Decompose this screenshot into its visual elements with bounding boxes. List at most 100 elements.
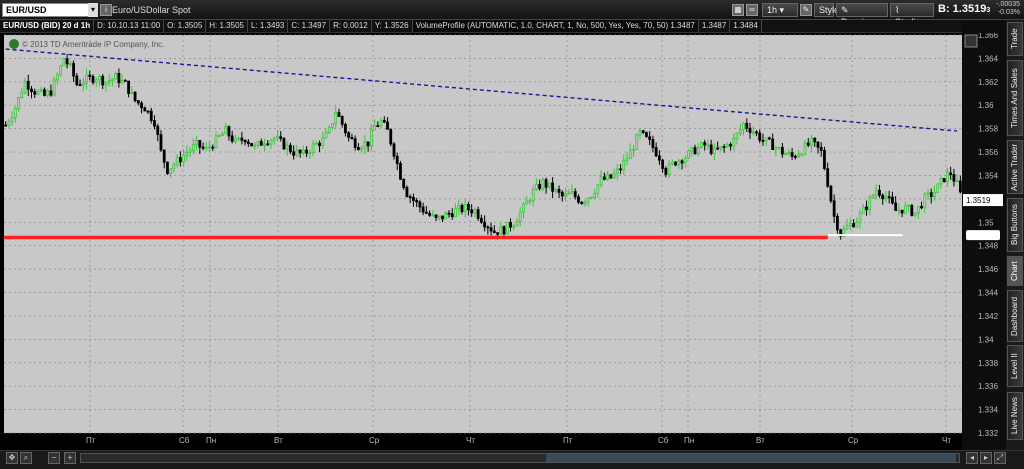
candle-body — [518, 211, 522, 222]
candle-body — [454, 208, 457, 218]
candle-body — [340, 116, 344, 125]
candle-body — [835, 215, 839, 231]
candle-body — [541, 179, 545, 190]
scroll-thumb[interactable] — [546, 454, 956, 462]
candle-body — [489, 227, 493, 232]
candle-body — [933, 192, 936, 197]
candle-body — [936, 183, 940, 193]
side-tab-times-and-sales[interactable]: Times And Sales — [1007, 60, 1023, 136]
candle-body — [133, 91, 137, 102]
candle-body — [101, 76, 105, 86]
drawings-button[interactable]: ✎ Drawings — [836, 3, 888, 27]
y-tick-label: 1.362 — [978, 78, 999, 87]
pan-icon[interactable]: ✥ — [6, 452, 18, 464]
candle-body — [369, 129, 373, 147]
candle-body — [26, 80, 30, 90]
scroll-left-icon[interactable]: ◂ — [966, 452, 978, 464]
candle-body — [441, 215, 444, 220]
candle-body — [347, 132, 351, 138]
last-price-label: 1.3519 — [966, 196, 991, 205]
candle-body — [13, 108, 17, 118]
bid-sub: 3 — [986, 7, 991, 14]
info-low: L: 1.3493 — [248, 20, 289, 32]
candle-body — [434, 214, 438, 219]
x-tick-label: Ср — [369, 436, 380, 445]
candle-body — [700, 142, 703, 148]
candle-body — [661, 159, 665, 169]
candle-body — [800, 153, 804, 156]
candle-body — [755, 131, 758, 134]
candle-body — [732, 137, 736, 147]
grid-icon[interactable]: ▦ — [732, 4, 744, 16]
candle-body — [476, 209, 480, 219]
candle-body — [111, 78, 114, 82]
scroll-right-icon[interactable]: ▸ — [980, 452, 992, 464]
side-tab-trade[interactable]: Trade — [1007, 22, 1023, 56]
candle-body — [615, 168, 619, 174]
side-tab-big-buttons[interactable]: Big Buttons — [1007, 198, 1023, 252]
link-icon[interactable]: ∞ — [746, 4, 758, 16]
info-open: O: 1.3505 — [164, 20, 207, 32]
timeframe-button[interactable]: 1h ▾ — [762, 3, 798, 17]
candle-body — [314, 142, 318, 145]
candle-body — [182, 154, 186, 163]
candle-body — [473, 209, 477, 214]
candle-body — [162, 149, 166, 163]
candle-body — [829, 185, 833, 202]
candle-body — [198, 140, 202, 148]
candle-body — [958, 180, 962, 193]
candle-body — [334, 112, 338, 124]
info-instrument[interactable]: EUR/USD (BID) 20 d 1h — [0, 20, 95, 32]
x-tick-label: Пн — [206, 436, 216, 445]
candle-body — [295, 149, 299, 156]
side-tab-live-news[interactable]: Live News — [1007, 392, 1023, 440]
wrench-icon[interactable]: ✎ — [800, 4, 812, 16]
candle-body — [52, 79, 56, 96]
candle-body — [560, 191, 564, 197]
zoom-in-icon[interactable]: + — [64, 452, 76, 464]
candle-body — [907, 205, 910, 207]
zoom-icon[interactable]: ⌕ — [20, 452, 32, 464]
candle-body — [305, 149, 309, 154]
candle-body — [250, 143, 253, 147]
candle-body — [803, 142, 807, 155]
candle-body — [635, 134, 639, 151]
candle-body — [428, 212, 431, 216]
expand-icon[interactable]: ⤢ — [994, 452, 1006, 464]
candle-body — [43, 89, 46, 96]
zoom-out-icon[interactable]: − — [48, 452, 60, 464]
side-tab-active-trader[interactable]: Active Trader — [1007, 140, 1023, 194]
studies-button[interactable]: ⌇ Studies — [890, 3, 934, 27]
candle-body — [858, 212, 862, 223]
candle-body — [169, 168, 173, 174]
time-scrollbar[interactable] — [80, 453, 960, 463]
candle-body — [567, 192, 571, 195]
candle-body — [30, 88, 33, 93]
candle-body — [85, 74, 88, 84]
candle-body — [36, 90, 40, 95]
candle-body — [56, 74, 59, 81]
price-chart[interactable]: 1.3661.3641.3621.361.3581.3561.3541.3521… — [0, 33, 1006, 450]
info-icon[interactable]: i — [100, 4, 112, 16]
x-tick-label: Вт — [274, 436, 283, 445]
scale-settings-icon[interactable] — [964, 34, 978, 48]
candle-body — [350, 136, 354, 140]
info-icon[interactable] — [9, 39, 19, 49]
candle-body — [65, 58, 69, 65]
candle-body — [483, 221, 487, 228]
candle-body — [903, 205, 907, 214]
candle-body — [887, 196, 891, 199]
candle-body — [39, 89, 43, 92]
side-tab-level-ii[interactable]: Level II — [1007, 345, 1023, 387]
candle-body — [23, 80, 27, 94]
candle-body — [450, 213, 454, 218]
side-tab-dashboard[interactable]: Dashboard — [1007, 290, 1023, 342]
info-indicator[interactable]: VolumeProfile (AUTOMATIC, 1.0, CHART, 1,… — [412, 20, 699, 32]
candle-body — [677, 160, 681, 166]
chevron-down-icon[interactable]: ▾ — [88, 3, 98, 17]
candle-body — [379, 120, 383, 127]
candle-body — [337, 112, 341, 117]
symbol-input[interactable]: EUR/USD — [2, 3, 96, 17]
side-tab-chart[interactable]: Chart — [1007, 256, 1023, 286]
style-button[interactable]: Style — [814, 3, 839, 17]
